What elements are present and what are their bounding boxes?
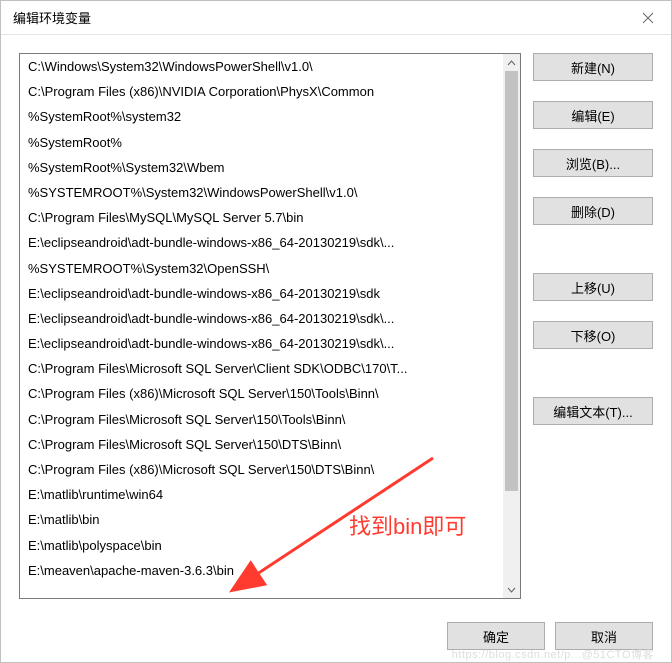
watermark: https://blog.csdn.net/p...@51CTO博客 <box>452 646 654 662</box>
delete-button[interactable]: 删除(D) <box>533 197 653 225</box>
edit-text-button[interactable]: 编辑文本(T)... <box>533 397 653 425</box>
dialog-title: 编辑环境变量 <box>13 8 91 27</box>
close-icon <box>642 12 654 24</box>
env-var-dialog: 编辑环境变量 C:\Windows\System32\WindowsPowerS… <box>0 0 672 663</box>
path-list-item[interactable]: E:\meaven\apache-maven-3.6.3\bin <box>20 558 503 583</box>
path-list-item[interactable]: %SYSTEMROOT%\System32\WindowsPowerShell\… <box>20 180 503 205</box>
chevron-down-icon <box>507 587 516 593</box>
path-list-item[interactable]: E:\eclipseandroid\adt-bundle-windows-x86… <box>20 306 503 331</box>
path-list-item[interactable]: C:\Program Files (x86)\Microsoft SQL Ser… <box>20 457 503 482</box>
path-list-item[interactable]: C:\Windows\System32\WindowsPowerShell\v1… <box>20 54 503 79</box>
browse-button[interactable]: 浏览(B)... <box>533 149 653 177</box>
dialog-body: C:\Windows\System32\WindowsPowerShell\v1… <box>1 35 671 608</box>
path-list-item[interactable]: E:\eclipseandroid\adt-bundle-windows-x86… <box>20 281 503 306</box>
path-list-item[interactable]: C:\Program Files (x86)\Microsoft SQL Ser… <box>20 381 503 406</box>
path-list-item[interactable]: E:\matlib\polyspace\bin <box>20 533 503 558</box>
move-up-button[interactable]: 上移(U) <box>533 273 653 301</box>
title-bar: 编辑环境变量 <box>1 1 671 35</box>
path-list-item[interactable]: %SystemRoot%\System32\Wbem <box>20 155 503 180</box>
path-list-item[interactable]: C:\Program Files\MySQL\MySQL Server 5.7\… <box>20 205 503 230</box>
scroll-up-button[interactable] <box>503 54 520 71</box>
path-list-item[interactable]: %SystemRoot%\system32 <box>20 104 503 129</box>
path-list-item[interactable]: E:\eclipseandroid\adt-bundle-windows-x86… <box>20 331 503 356</box>
path-list[interactable]: C:\Windows\System32\WindowsPowerShell\v1… <box>19 53 521 599</box>
scrollbar[interactable] <box>503 54 520 598</box>
close-button[interactable] <box>625 1 671 35</box>
path-list-item[interactable]: E:\matlib\runtime\win64 <box>20 482 503 507</box>
chevron-up-icon <box>507 60 516 66</box>
path-list-item[interactable]: E:\matlib\bin <box>20 507 503 532</box>
path-list-item[interactable]: %SystemRoot% <box>20 130 503 155</box>
scroll-thumb[interactable] <box>505 71 518 491</box>
new-button[interactable]: 新建(N) <box>533 53 653 81</box>
path-list-item[interactable]: C:\Program Files\Microsoft SQL Server\15… <box>20 407 503 432</box>
path-list-item[interactable]: E:\eclipseandroid\adt-bundle-windows-x86… <box>20 230 503 255</box>
button-column: 新建(N) 编辑(E) 浏览(B)... 删除(D) 上移(U) 下移(O) 编… <box>533 53 653 608</box>
move-down-button[interactable]: 下移(O) <box>533 321 653 349</box>
edit-button[interactable]: 编辑(E) <box>533 101 653 129</box>
path-list-item[interactable]: C:\Program Files (x86)\NVIDIA Corporatio… <box>20 79 503 104</box>
path-list-item[interactable]: C:\Program Files\Microsoft SQL Server\15… <box>20 432 503 457</box>
path-list-item[interactable]: C:\Program Files\Microsoft SQL Server\Cl… <box>20 356 503 381</box>
path-list-item[interactable]: %SYSTEMROOT%\System32\OpenSSH\ <box>20 256 503 281</box>
scroll-down-button[interactable] <box>503 581 520 598</box>
